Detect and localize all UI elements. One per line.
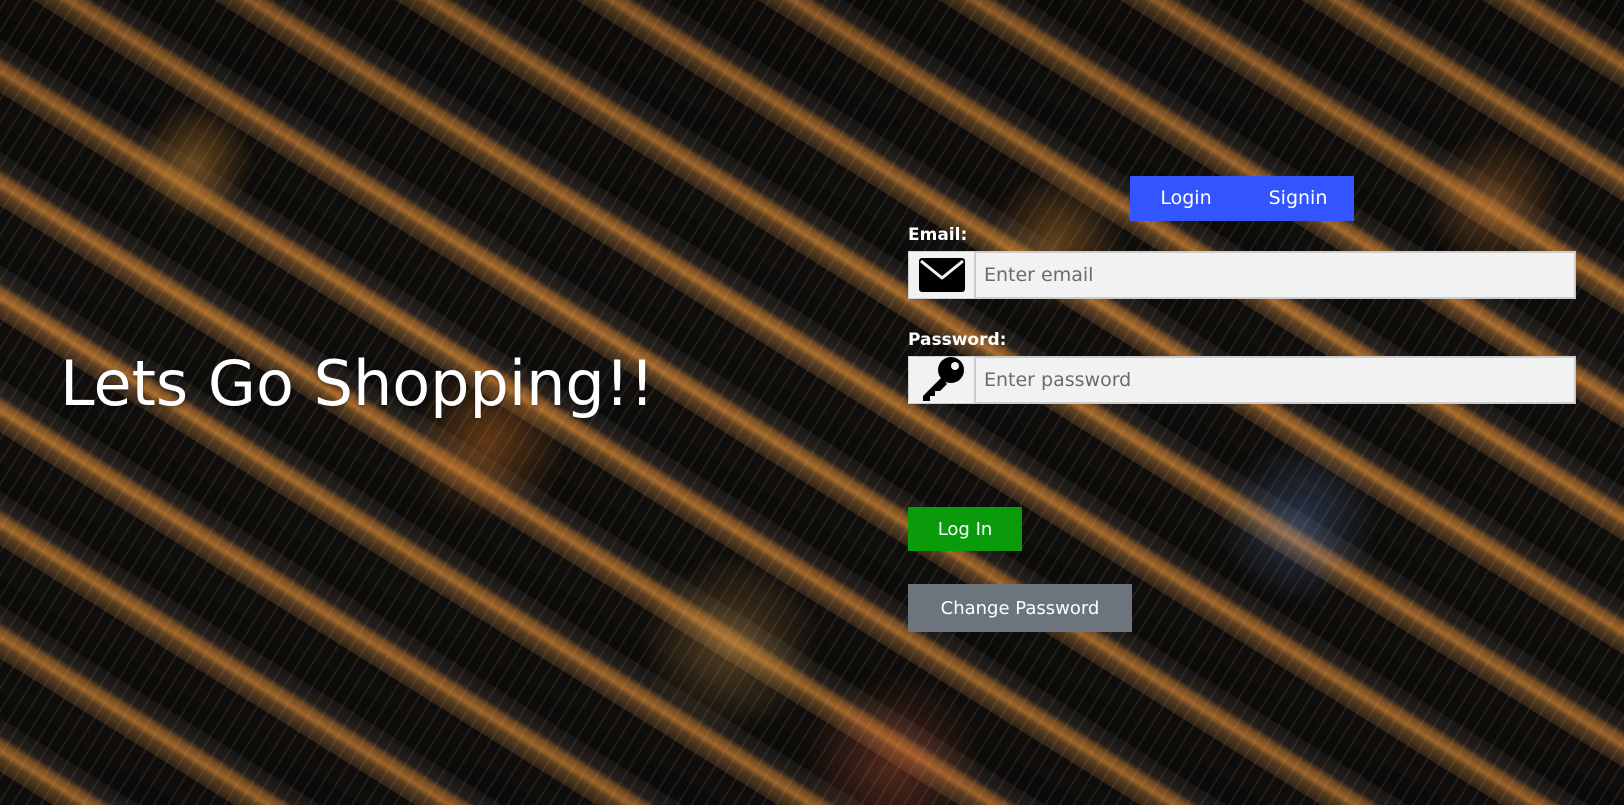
email-label: Email: — [908, 225, 968, 245]
login-page: Lets Go Shopping!! Login Signin Email: P… — [0, 0, 1624, 805]
tab-login[interactable]: Login — [1130, 176, 1242, 221]
password-input-group — [908, 356, 1576, 404]
email-input-group — [908, 251, 1576, 299]
password-label: Password: — [908, 330, 1007, 350]
login-form: Email: Password: — [908, 222, 1576, 404]
key-icon — [908, 356, 974, 404]
envelope-icon — [908, 251, 974, 299]
tab-signin[interactable]: Signin — [1242, 176, 1354, 221]
auth-tab-bar: Login Signin — [1130, 176, 1354, 221]
hero-title: Lets Go Shopping!! — [60, 347, 655, 420]
login-button[interactable]: Log In — [908, 507, 1022, 551]
password-field[interactable] — [974, 356, 1576, 404]
email-field[interactable] — [974, 251, 1576, 299]
change-password-button[interactable]: Change Password — [908, 584, 1132, 632]
